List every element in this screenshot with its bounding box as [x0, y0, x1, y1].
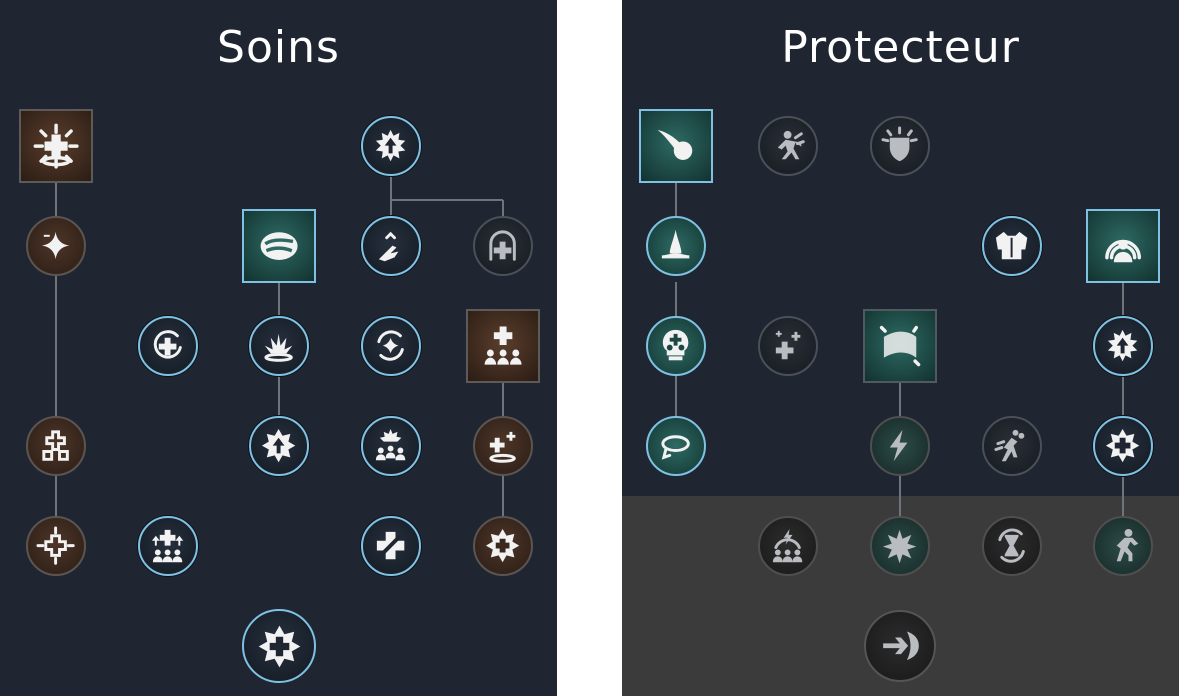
skill-node[interactable] — [26, 516, 86, 576]
skill-node[interactable] — [646, 216, 706, 276]
burst-cross-icon — [33, 123, 79, 169]
tree-panel-protecteur: Protecteur — [622, 0, 1179, 696]
circle-cross-icon — [154, 330, 183, 359]
charge-icon — [778, 131, 806, 160]
group-arrows-icon — [152, 530, 184, 563]
plus-cluster-icon — [776, 331, 801, 360]
capstone-skill-node[interactable] — [242, 609, 316, 683]
star-minus-icon — [42, 232, 70, 260]
skill-node[interactable] — [1093, 416, 1153, 476]
skill-node[interactable] — [138, 316, 198, 376]
hourglass-icon — [998, 528, 1026, 564]
chevron-dash-icon — [379, 232, 399, 262]
skull-cross-icon — [663, 330, 689, 361]
stone-icon — [260, 232, 298, 260]
star-cross-icon — [1106, 429, 1140, 463]
group-burst-icon — [376, 429, 406, 461]
skill-node[interactable] — [982, 216, 1042, 276]
arrow-shield-icon — [883, 631, 920, 661]
skill-node[interactable] — [758, 316, 818, 376]
skill-node[interactable] — [361, 416, 421, 476]
explosion-icon — [883, 530, 917, 564]
skill-node[interactable] — [982, 516, 1042, 576]
capstone-skill-node[interactable] — [864, 610, 936, 682]
burst-arrow-up-icon — [376, 130, 406, 162]
skill-node[interactable] — [863, 309, 937, 383]
skill-node[interactable] — [361, 116, 421, 176]
radiant-shield-icon — [881, 126, 919, 162]
ring-icon — [661, 435, 691, 460]
arch-cross-icon — [489, 230, 517, 262]
impact-burst-icon — [264, 334, 294, 363]
skill-node[interactable] — [1093, 516, 1153, 576]
tree-panel-soins: Soins — [0, 0, 557, 696]
skill-node[interactable] — [646, 316, 706, 376]
skill-node[interactable] — [758, 516, 818, 576]
skill-node[interactable] — [870, 416, 930, 476]
group-lightning-icon — [773, 529, 803, 563]
skill-node[interactable] — [26, 416, 86, 476]
armor-icon — [996, 232, 1028, 260]
sprint-icon — [994, 430, 1025, 462]
skill-node[interactable] — [19, 109, 93, 183]
fountain-icon — [662, 230, 690, 259]
shield-slab-icon — [879, 325, 921, 367]
star-cross-icon — [486, 529, 520, 563]
skill-node[interactable] — [361, 516, 421, 576]
skill-node[interactable] — [26, 216, 86, 276]
skill-node[interactable] — [473, 416, 533, 476]
skill-node[interactable] — [982, 416, 1042, 476]
radiant-cross-icon — [36, 526, 76, 566]
slashed-cross-icon — [377, 532, 405, 560]
skill-node[interactable] — [466, 309, 540, 383]
big-star-cross-icon — [258, 625, 300, 667]
lightning-icon — [890, 430, 908, 462]
skill-node[interactable] — [242, 209, 316, 283]
skill-node[interactable] — [639, 109, 713, 183]
split-cross-icon — [42, 430, 70, 462]
aura-person-icon — [1105, 239, 1141, 263]
skill-node[interactable] — [138, 516, 198, 576]
skill-node[interactable] — [1093, 316, 1153, 376]
cycle-star-icon — [377, 330, 405, 362]
cross-sparkle-icon — [489, 432, 517, 464]
burst-arrow-up-icon — [1108, 330, 1138, 362]
skill-node[interactable] — [646, 416, 706, 476]
skill-node[interactable] — [473, 216, 533, 276]
skill-node[interactable] — [249, 416, 309, 476]
skill-node[interactable] — [870, 116, 930, 176]
skill-node[interactable] — [758, 116, 818, 176]
group-heal-icon — [484, 326, 522, 365]
star-arrow-up-icon — [262, 429, 296, 463]
skill-node[interactable] — [249, 316, 309, 376]
skill-node[interactable] — [361, 216, 421, 276]
skill-node[interactable] — [473, 516, 533, 576]
skill-node[interactable] — [1086, 209, 1160, 283]
skill-node[interactable] — [361, 316, 421, 376]
skill-node[interactable] — [870, 516, 930, 576]
comet-icon — [657, 129, 693, 160]
runner-icon — [1117, 529, 1139, 562]
